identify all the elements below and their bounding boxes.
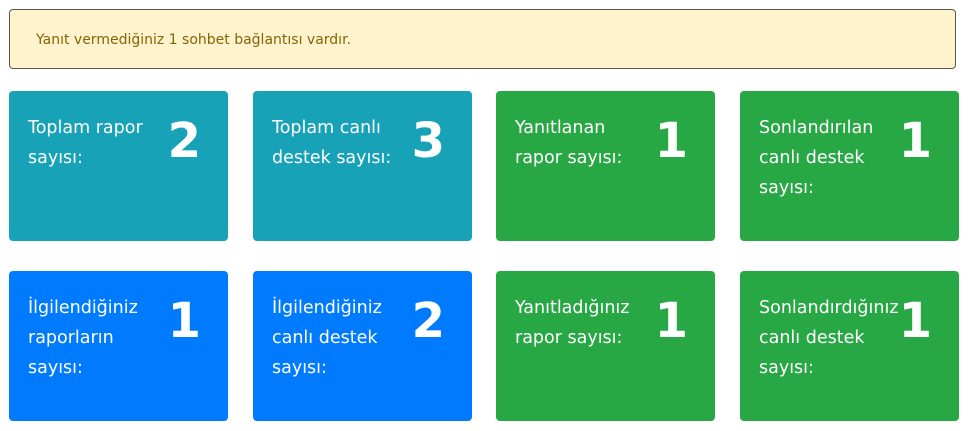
card-count: 1 [654,113,688,169]
card-count: 3 [411,113,445,169]
card-label: İlgilendiğiniz canlı destek sayısı: [272,298,382,378]
my-answered-reports-card: Yanıtladığınız rapor sayısı: 1 [496,271,715,421]
card-label: Yanıtladığınız rapor sayısı: [515,298,630,348]
unanswered-chat-alert: Yanıt vermediğiniz 1 sohbet bağlantısı v… [9,9,956,69]
my-ended-live-support-card: Sonlandırdığınız canlı destek sayısı: 1 [740,271,959,421]
my-assigned-reports-card: İlgilendiğiniz raporların sayısı: 1 [9,271,228,421]
card-label: Sonlandırılan canlı destek sayısı: [759,118,874,198]
card-label: Yanıtlanan rapor sayısı: [515,118,623,168]
my-assigned-live-support-card: İlgilendiğiniz canlı destek sayısı: 2 [253,271,472,421]
alert-text: Yanıt vermediğiniz 1 sohbet bağlantısı v… [36,32,351,48]
ended-live-support-card: Sonlandırılan canlı destek sayısı: 1 [740,91,959,241]
total-live-support-card: Toplam canlı destek sayısı: 3 [253,91,472,241]
card-count: 1 [898,113,932,169]
card-label: Toplam rapor sayısı: [28,118,143,168]
card-label: Toplam canlı destek sayısı: [272,118,392,168]
total-reports-card: Toplam rapor sayısı: 2 [9,91,228,241]
card-count: 1 [898,293,932,349]
card-count: 2 [411,293,445,349]
card-count: 2 [167,113,201,169]
answered-reports-card: Yanıtlanan rapor sayısı: 1 [496,91,715,241]
card-label: Sonlandırdığınız canlı destek sayısı: [759,298,899,378]
card-count: 1 [167,293,201,349]
card-count: 1 [654,293,688,349]
card-label: İlgilendiğiniz raporların sayısı: [28,298,138,378]
